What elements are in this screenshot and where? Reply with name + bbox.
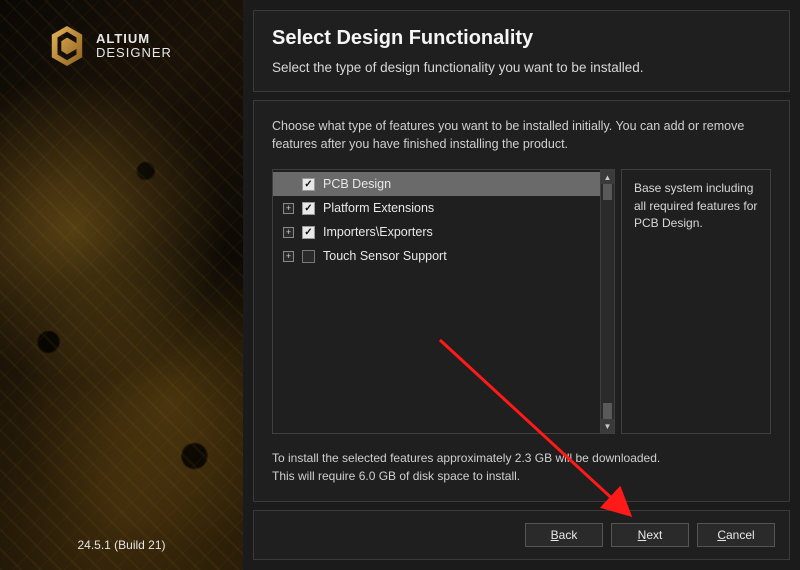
- feature-list-container: PCB Design + Platform Extensions + Importers…: [272, 169, 615, 434]
- expand-icon[interactable]: +: [283, 203, 294, 214]
- feature-item[interactable]: + Touch Sensor Support: [273, 244, 600, 268]
- expand-icon[interactable]: +: [283, 251, 294, 262]
- feature-checkbox[interactable]: [302, 178, 315, 191]
- expand-spacer: [283, 179, 294, 190]
- feature-item[interactable]: + Platform Extensions: [273, 196, 600, 220]
- page-subtitle: Select the type of design functionality …: [272, 60, 771, 75]
- download-size-text: To install the selected features approxi…: [272, 450, 771, 467]
- scroll-thumb[interactable]: [603, 184, 612, 200]
- feature-item[interactable]: PCB Design: [273, 172, 600, 196]
- installer-sidebar: ALTIUM DESIGNER 24.5.1 (Build 21): [0, 0, 243, 570]
- footer-panel: Back Next Cancel: [253, 510, 790, 560]
- feature-list-scrollbar[interactable]: ▲ ▼: [600, 170, 614, 433]
- feature-checkbox[interactable]: [302, 202, 315, 215]
- feature-label: Platform Extensions: [323, 201, 434, 215]
- feature-description: Base system including all required featu…: [621, 169, 771, 434]
- instruction-text: Choose what type of features you want to…: [272, 117, 771, 153]
- scroll-down-icon[interactable]: ▼: [601, 419, 614, 433]
- main-content: Select Design Functionality Select the t…: [243, 0, 800, 570]
- brand-text: ALTIUM DESIGNER: [96, 32, 172, 59]
- altium-logo-icon: [48, 24, 86, 68]
- header-panel: Select Design Functionality Select the t…: [253, 10, 790, 92]
- sidebar-background: [0, 0, 243, 570]
- next-button[interactable]: Next: [611, 523, 689, 547]
- body-panel: Choose what type of features you want to…: [253, 100, 790, 502]
- cancel-button[interactable]: Cancel: [697, 523, 775, 547]
- brand-logo: ALTIUM DESIGNER: [48, 24, 172, 68]
- disk-space-text: This will require 6.0 GB of disk space t…: [272, 468, 771, 485]
- back-button[interactable]: Back: [525, 523, 603, 547]
- install-size-note: To install the selected features approxi…: [272, 450, 771, 485]
- version-label: 24.5.1 (Build 21): [0, 538, 243, 552]
- feature-list[interactable]: PCB Design + Platform Extensions + Importers…: [273, 170, 600, 433]
- feature-checkbox[interactable]: [302, 226, 315, 239]
- feature-label: PCB Design: [323, 177, 391, 191]
- feature-label: Importers\Exporters: [323, 225, 433, 239]
- feature-item[interactable]: + Importers\Exporters: [273, 220, 600, 244]
- feature-checkbox[interactable]: [302, 250, 315, 263]
- scroll-thumb[interactable]: [603, 403, 612, 419]
- scroll-up-icon[interactable]: ▲: [601, 170, 614, 184]
- page-title: Select Design Functionality: [272, 27, 771, 50]
- feature-label: Touch Sensor Support: [323, 249, 447, 263]
- expand-icon[interactable]: +: [283, 227, 294, 238]
